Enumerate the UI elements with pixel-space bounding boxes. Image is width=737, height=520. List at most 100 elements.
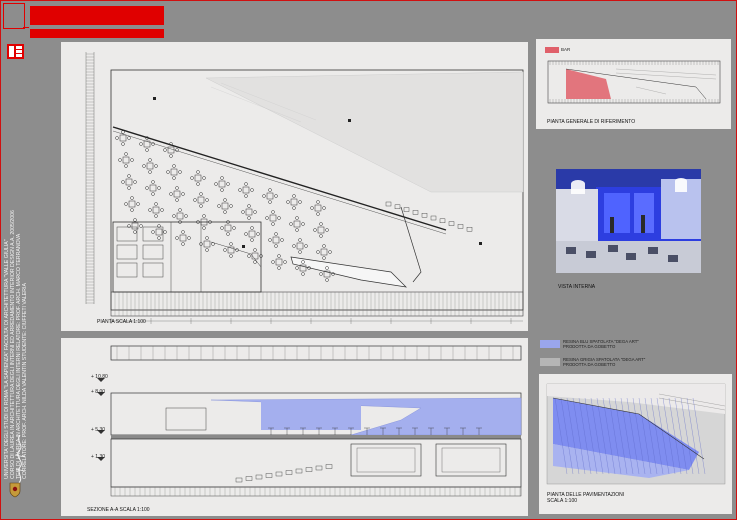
chair bbox=[283, 260, 287, 264]
thesis-line: CORRELATORE: PROF. ARCH. NILDA VALENTIN … bbox=[22, 283, 28, 479]
chair bbox=[172, 214, 176, 218]
chair bbox=[289, 222, 293, 226]
table bbox=[170, 168, 178, 176]
table bbox=[290, 198, 298, 206]
chair bbox=[295, 266, 299, 270]
section-caption: SEZIONE A-A SCALA 1:100 bbox=[87, 507, 150, 513]
chair bbox=[295, 216, 299, 220]
wall-seat bbox=[466, 226, 473, 232]
chair bbox=[319, 272, 323, 276]
chair bbox=[184, 214, 188, 218]
chair bbox=[121, 130, 125, 134]
chair bbox=[265, 216, 269, 220]
table bbox=[269, 214, 277, 222]
chair bbox=[133, 230, 137, 234]
table bbox=[275, 258, 283, 266]
chair bbox=[205, 248, 209, 252]
chair bbox=[121, 180, 125, 184]
table bbox=[293, 220, 301, 228]
thesis-info-text: UNIVERSITA' DEGLI STUDI DI ROMA "LA SAPI… bbox=[4, 9, 28, 479]
table bbox=[146, 162, 154, 170]
table bbox=[248, 230, 256, 238]
chair bbox=[169, 192, 173, 196]
chair bbox=[274, 194, 278, 198]
section-drawing bbox=[97, 345, 522, 497]
chair bbox=[175, 186, 179, 190]
reference-legend-label: BAR bbox=[561, 47, 571, 52]
chair bbox=[220, 176, 224, 180]
chair bbox=[151, 192, 155, 196]
table bbox=[314, 204, 322, 212]
chair bbox=[229, 254, 233, 258]
chair bbox=[130, 208, 134, 212]
floor-finish-scale: SCALA 1:100 bbox=[547, 498, 578, 504]
chair bbox=[142, 164, 146, 168]
chair bbox=[181, 230, 185, 234]
chair bbox=[157, 186, 161, 190]
wall-seat bbox=[457, 224, 464, 229]
seat bbox=[235, 477, 243, 483]
table bbox=[143, 140, 151, 148]
floor-plan-drawing bbox=[85, 52, 524, 324]
table bbox=[272, 236, 280, 244]
chair bbox=[127, 186, 131, 190]
university-crest-icon bbox=[9, 482, 21, 498]
chair bbox=[130, 158, 134, 162]
chair bbox=[175, 198, 179, 202]
chair bbox=[310, 206, 314, 210]
table bbox=[320, 248, 328, 256]
chair bbox=[247, 254, 251, 258]
chair bbox=[325, 278, 329, 282]
wall-seat bbox=[412, 210, 419, 215]
wall-seat bbox=[448, 221, 455, 226]
chair bbox=[247, 204, 251, 208]
chair bbox=[181, 192, 185, 196]
chair bbox=[244, 182, 248, 186]
chair bbox=[328, 250, 332, 254]
chair bbox=[211, 242, 215, 246]
chair bbox=[250, 226, 254, 230]
chair bbox=[169, 154, 173, 158]
table bbox=[251, 252, 259, 260]
chair bbox=[316, 212, 320, 216]
table bbox=[221, 202, 229, 210]
chair bbox=[127, 136, 131, 140]
chair bbox=[151, 180, 155, 184]
seat bbox=[295, 468, 303, 474]
chair bbox=[199, 204, 203, 208]
chair bbox=[181, 242, 185, 246]
grey-resin-swatch bbox=[540, 358, 560, 366]
table bbox=[266, 192, 274, 200]
chair bbox=[160, 208, 164, 212]
chair bbox=[292, 244, 296, 248]
chair bbox=[202, 226, 206, 230]
chair bbox=[316, 200, 320, 204]
chair bbox=[292, 206, 296, 210]
chair bbox=[298, 200, 302, 204]
chair bbox=[319, 234, 323, 238]
table bbox=[197, 196, 205, 204]
table bbox=[119, 134, 127, 142]
chair bbox=[244, 232, 248, 236]
chair bbox=[229, 204, 233, 208]
chair bbox=[202, 214, 206, 218]
chair bbox=[226, 232, 230, 236]
chair bbox=[325, 228, 329, 232]
chair bbox=[223, 198, 227, 202]
chair bbox=[199, 192, 203, 196]
chair bbox=[253, 260, 257, 264]
chair bbox=[280, 238, 284, 242]
chair bbox=[277, 216, 281, 220]
signature-icon bbox=[14, 434, 26, 484]
chair bbox=[187, 236, 191, 240]
chair bbox=[154, 202, 158, 206]
seat bbox=[245, 476, 253, 481]
chair bbox=[154, 164, 158, 168]
chair bbox=[148, 208, 152, 212]
seat bbox=[275, 471, 283, 477]
chair bbox=[229, 242, 233, 246]
chair bbox=[226, 182, 230, 186]
chair bbox=[121, 142, 125, 146]
chair bbox=[250, 188, 254, 192]
chair bbox=[205, 198, 209, 202]
